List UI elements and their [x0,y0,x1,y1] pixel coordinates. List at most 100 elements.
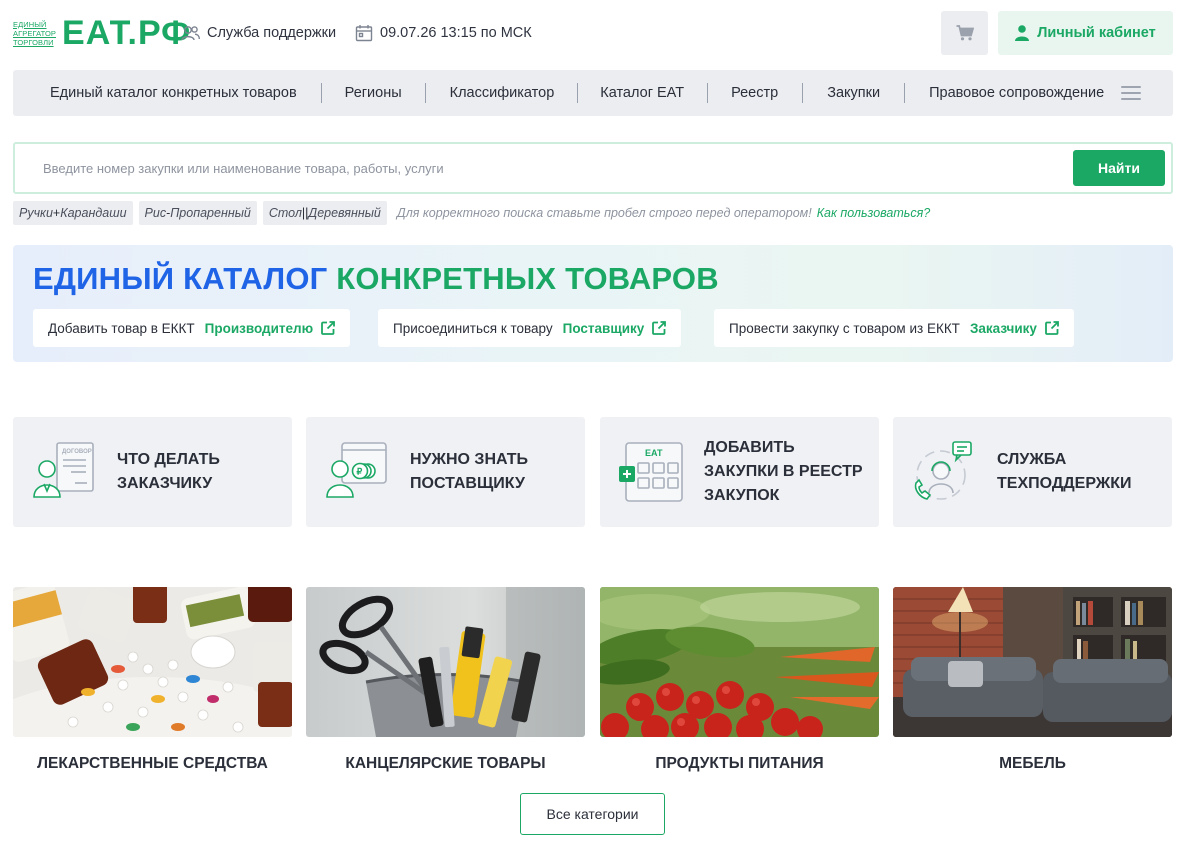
info-card-supplier[interactable]: ₽ НУЖНО ЗНАТЬ ПОСТАВЩИКУ [306,417,585,527]
nav-divider [424,83,426,103]
nav-item-classifier[interactable]: Классификатор [450,85,555,101]
logo-wordmark: ЕАТ.РФ [62,14,192,52]
svg-text:ДОГОВОР: ДОГОВОР [62,449,92,455]
contract-person-icon: ДОГОВОР [33,442,94,498]
logo-caption-line: ТОРГОВЛИ [13,37,54,47]
personal-account-button[interactable]: Личный кабинет [998,11,1173,55]
banner-card-customer[interactable]: Провести закупку с товаром из ЕККТ Заказ… [714,309,1074,347]
support-link[interactable]: Служба поддержки [181,22,336,44]
info-card-line: ЧТО ДЕЛАТЬ [117,451,220,468]
banner-title-part: КОНКРЕТНЫХ ТОВАРОВ [336,261,719,296]
info-card-line: ПОСТАВЩИКУ [410,475,525,492]
info-card-support[interactable]: СЛУЖБА ТЕХПОДДЕРЖКИ [893,417,1172,527]
nav-item-eat-catalog[interactable]: Каталог ЕАТ [600,85,684,101]
header: ЕДИНЫЙ АГРЕГАТОР ТОРГОВЛИ ЕАТ.РФ Служба … [0,0,1188,66]
nav-divider [707,83,709,103]
info-card-line: ЗАКАЗЧИКУ [117,475,213,492]
datetime: 09.07.26 13:15 по МСК [355,22,532,44]
info-card-line: ЗАКУПКИ В РЕЕСТР [704,463,863,480]
category-label: ПРОДУКТЫ ПИТАНИЯ [655,755,824,772]
search-hints: Ручки+Карандаши Рис-Пропаренный Стол||Де… [13,201,930,225]
example-term: Стол [268,206,302,220]
search-example-chip[interactable]: Рис-Пропаренный [138,201,257,225]
info-card-line: СЛУЖБА [997,451,1067,468]
info-card-text: ЧТО ДЕЛАТЬ ЗАКАЗЧИКУ [117,417,220,527]
search-example-chip[interactable]: Стол||Деревянный [262,201,387,225]
nav-item-legal[interactable]: Правовое сопровождение [929,85,1104,101]
banner-card-link: Поставщику [562,320,645,336]
banner-title: ЕДИНЫЙ КАТАЛОГ КОНКРЕТНЫХ ТОВАРОВ [33,261,719,297]
external-link-icon [1045,321,1059,335]
users-icon [181,26,200,41]
info-card-customer[interactable]: ДОГОВОР ЧТО ДЕЛАТЬ ЗАКАЗЧИКУ [13,417,292,527]
registry-add-icon: ЕАТ [619,442,683,502]
main-nav: Единый каталог конкретных товаров Регион… [13,70,1173,116]
catalog-banner: ЕДИНЫЙ КАТАЛОГ КОНКРЕТНЫХ ТОВАРОВ Добави… [13,245,1173,362]
info-card-line: ЗАКУПОК [704,487,780,504]
support-label: Служба поддержки [207,25,337,41]
nav-divider [904,83,906,103]
info-card-registry[interactable]: ЕАТ ДОБАВИТЬ ЗАКУПКИ В РЕЕСТР ЗАКУПОК [600,417,879,527]
support-agent-icon [914,441,972,500]
info-card-text: СЛУЖБА ТЕХПОДДЕРЖКИ [997,417,1132,527]
svg-text:ЕАТ: ЕАТ [645,448,663,458]
info-card-line: ДОБАВИТЬ [704,439,795,456]
calendar-icon [355,25,373,42]
nav-item-registry[interactable]: Реестр [731,85,778,101]
logo-caption-line: ЕДИНЫЙ [13,19,47,29]
info-card-text: ДОБАВИТЬ ЗАКУПКИ В РЕЕСТР ЗАКУПОК [704,417,863,527]
logo-caption: ЕДИНЫЙ АГРЕГАТОР ТОРГОВЛИ [13,20,56,47]
search-example-chip[interactable]: Ручки+Карандаши [13,201,133,225]
all-categories-button[interactable]: Все категории [520,793,665,835]
banner-card-supplier[interactable]: Присоединиться к товару Поставщику [378,309,682,347]
cart-button[interactable] [941,11,988,55]
nav-item-regions[interactable]: Регионы [345,85,402,101]
info-card-line: НУЖНО ЗНАТЬ [410,451,529,468]
category-stationery[interactable]: КАНЦЕЛЯРСКИЕ ТОВАРЫ [306,587,585,777]
nav-divider [802,83,804,103]
nav-divider [320,83,322,103]
category-label: КАНЦЕЛЯРСКИЕ ТОВАРЫ [345,755,546,772]
banner-card-text: Провести закупку с товаром из ЕККТ [729,320,960,336]
cart-icon [956,25,974,41]
nav-item-catalog[interactable]: Единый каталог конкретных товаров [50,85,297,101]
datetime-text: 09.07.26 13:15 по МСК [380,25,532,41]
banner-card-link: Производителю [204,320,314,336]
search-bar: Найти [13,142,1173,194]
info-card-line: ТЕХПОДДЕРЖКИ [997,475,1132,492]
category-medicines[interactable]: ЛЕКАРСТВЕННЫЕ СРЕДСТВА [13,587,292,777]
banner-title-part: ЕДИНЫЙ КАТАЛОГ [33,261,328,296]
search-button[interactable]: Найти [1073,150,1165,186]
example-term: Деревянный [308,206,381,220]
search-hint-note: Для корректного поиска ставьте пробел ст… [396,206,812,220]
category-label: ЛЕКАРСТВЕННЫЕ СРЕДСТВА [37,755,268,772]
hamburger-icon[interactable] [1121,86,1141,100]
external-link-icon [321,321,336,335]
user-icon [1015,25,1030,41]
example-term: Рис [144,206,167,220]
banner-card-text: Присоединиться к товару [393,320,553,336]
info-card-text: НУЖНО ЗНАТЬ ПОСТАВЩИКУ [410,417,528,527]
svg-text:₽: ₽ [357,467,363,477]
how-to-use-link[interactable]: Как пользоваться? [817,206,931,220]
stationery-photo [306,587,585,737]
nav-divider [577,83,579,103]
example-term: Карандаши [60,206,127,220]
banner-card-link: Заказчику [969,320,1037,336]
external-link-icon [652,321,667,335]
category-furniture[interactable]: МЕБЕЛЬ [893,587,1172,777]
logo[interactable]: ЕДИНЫЙ АГРЕГАТОР ТОРГОВЛИ ЕАТ.РФ [13,13,191,53]
personal-account-label: Личный кабинет [1037,25,1156,41]
nav-item-purchases[interactable]: Закупки [827,85,880,101]
search-input[interactable] [43,156,1043,180]
supplier-coins-icon: ₽ [326,442,387,498]
vegetables-photo [600,587,879,737]
category-food[interactable]: ПРОДУКТЫ ПИТАНИЯ [600,587,879,777]
example-term: Ручки [19,206,53,220]
banner-card-manufacturer[interactable]: Добавить товар в ЕККТ Производителю [33,309,351,347]
banner-card-text: Добавить товар в ЕККТ [48,320,195,336]
medicines-photo [13,587,292,737]
example-term: Пропаренный [170,206,251,220]
furniture-photo [893,587,1172,737]
logo-caption-line: АГРЕГАТОР [13,28,57,38]
